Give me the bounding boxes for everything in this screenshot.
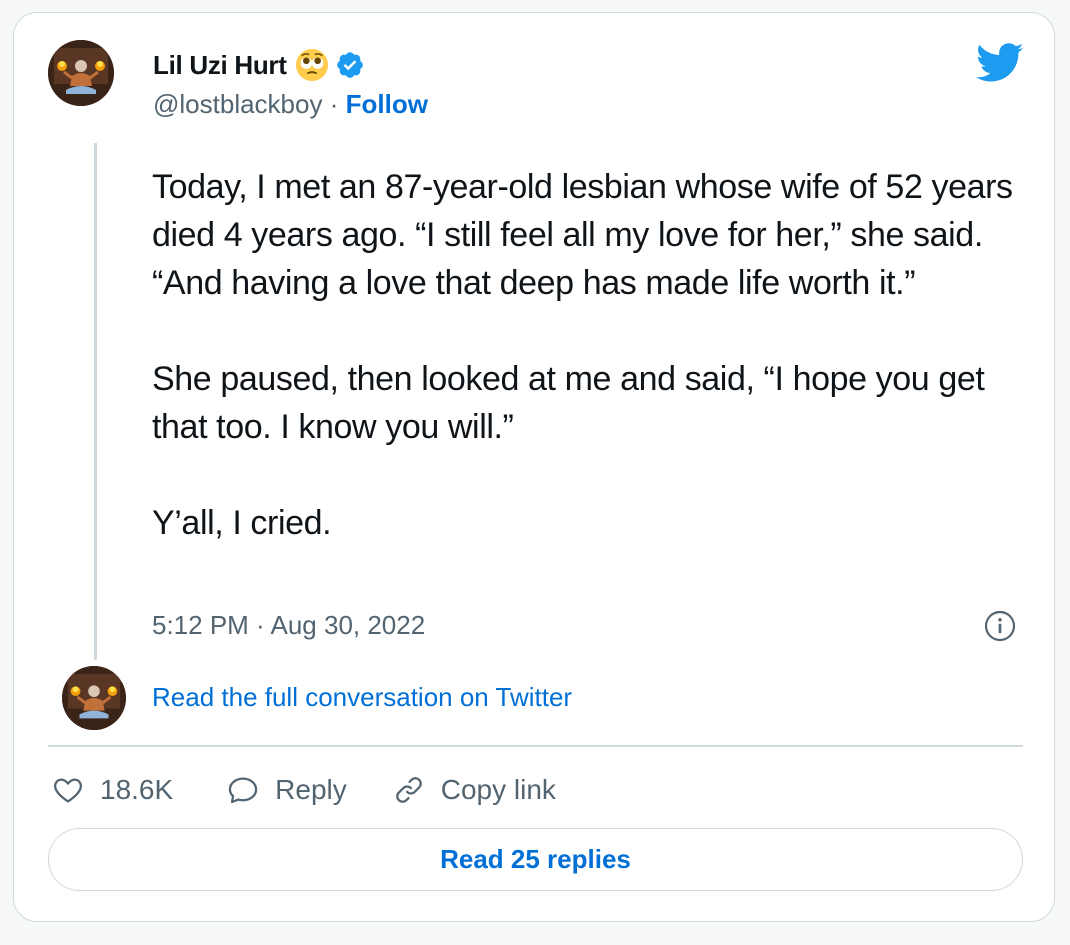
like-count: 18.6K: [100, 774, 174, 805]
twitter-bird-icon[interactable]: [976, 43, 1024, 83]
reply-label: Reply: [275, 774, 347, 805]
tweet-timestamp[interactable]: 5:12 PM · Aug 30, 2022: [152, 610, 425, 641]
read-replies-label: Read 25 replies: [440, 844, 631, 874]
verified-badge-icon: [336, 52, 363, 78]
author-avatar-small[interactable]: [62, 666, 126, 730]
tweet-paragraph: She paused, then looked at me and said, …: [152, 360, 985, 446]
tweet-paragraph: Today, I met an 87-year-old lesbian whos…: [152, 168, 1013, 302]
pleading-face-emoji: [295, 48, 328, 82]
separator-dot: ·: [329, 89, 339, 119]
author-name-row: Lil Uzi Hurt: [153, 47, 365, 83]
copy-link-label: Copy link: [440, 774, 556, 805]
tweet-embed-card: Lil Uzi Hurt @lostblackboy · Follow Toda…: [13, 12, 1055, 922]
author-avatar[interactable]: [48, 40, 114, 106]
tweet-paragraph: Y’all, I cried.: [152, 504, 332, 542]
author-name[interactable]: Lil Uzi Hurt: [153, 50, 287, 81]
info-icon[interactable]: [984, 610, 1016, 642]
read-full-conversation-link[interactable]: Read the full conversation on Twitter: [152, 682, 572, 713]
heart-icon: [54, 778, 82, 803]
follow-button[interactable]: Follow: [346, 89, 428, 119]
copy-link-button[interactable]: Copy link: [393, 774, 556, 806]
thread-connector-line: [94, 143, 97, 660]
read-replies-button[interactable]: Read 25 replies: [48, 828, 1023, 891]
divider: [48, 745, 1023, 747]
action-bar: 18.6K Reply Copy link: [52, 768, 556, 812]
link-icon: [395, 777, 422, 803]
author-handle-row: @lostblackboy · Follow: [153, 89, 428, 120]
speech-bubble-icon: [228, 777, 258, 804]
reply-button[interactable]: Reply: [227, 774, 347, 806]
like-button[interactable]: 18.6K: [52, 774, 173, 806]
author-handle[interactable]: @lostblackboy: [153, 89, 322, 119]
tweet-text: Today, I met an 87-year-old lesbian whos…: [152, 163, 1022, 547]
